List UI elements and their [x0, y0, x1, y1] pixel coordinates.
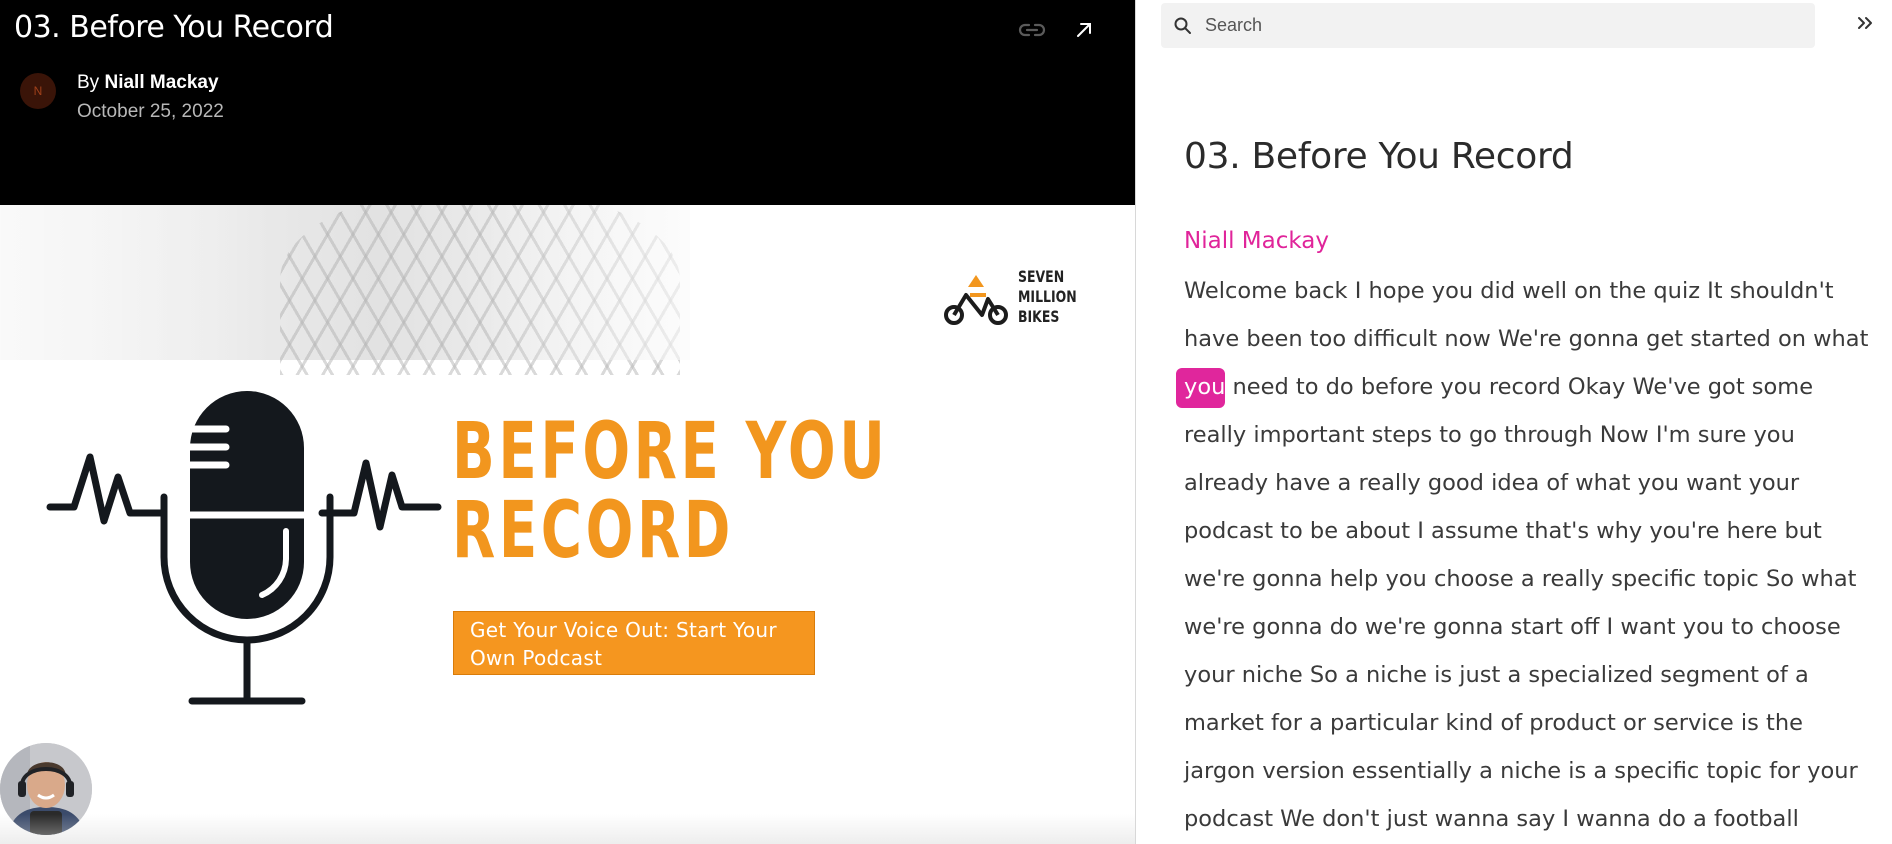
- speaker-name[interactable]: Niall Mackay: [1184, 228, 1329, 254]
- transcript-line[interactable]: have been too difficult now We're gonna …: [1184, 315, 1884, 363]
- transcript-line[interactable]: podcast to be about I assume that's why …: [1184, 507, 1884, 555]
- transcript-line[interactable]: jargon version essentially a niche is a …: [1184, 747, 1884, 795]
- transcript-line[interactable]: we're gonna help you choose a really spe…: [1184, 555, 1884, 603]
- transcript-text[interactable]: Welcome back I hope you did well on the …: [1176, 267, 1884, 843]
- transcript-line[interactable]: you need to do before you record Okay We…: [1176, 363, 1884, 411]
- search-input[interactable]: [1205, 3, 1805, 48]
- transcript-line-text[interactable]: need to do before you record Okay We've …: [1233, 374, 1814, 400]
- transcript-title: 03. Before You Record: [1184, 136, 1574, 177]
- video-title: 03. Before You Record: [14, 10, 334, 45]
- highlighted-word[interactable]: you: [1176, 368, 1226, 408]
- slide-title: BEFORE YOU RECORD: [452, 407, 889, 576]
- video-header: 03. Before You Record N By Niall Mackay …: [0, 0, 1136, 205]
- post-date: October 25, 2022: [77, 101, 224, 122]
- transcript-line[interactable]: podcast We don't just wanna say I wanna …: [1184, 795, 1884, 843]
- transcript-line[interactable]: already have a really good idea of what …: [1184, 459, 1884, 507]
- microphone-icon: [46, 391, 442, 705]
- avatar[interactable]: N: [20, 73, 56, 109]
- byline-prefix: By: [77, 72, 100, 93]
- byline: By Niall Mackay: [77, 72, 219, 94]
- transcript-line[interactable]: we're gonna do we're gonna start off I w…: [1184, 603, 1884, 651]
- author-name[interactable]: Niall Mackay: [104, 72, 218, 93]
- transcript-line[interactable]: Welcome back I hope you did well on the …: [1184, 267, 1884, 315]
- video-pane: 03. Before You Record N By Niall Mackay …: [0, 0, 1136, 844]
- microphone-banner-image: [0, 205, 690, 375]
- link-icon[interactable]: [1018, 18, 1046, 42]
- search-icon: [1174, 17, 1191, 34]
- open-in-new-icon[interactable]: [1072, 18, 1096, 42]
- search-box[interactable]: [1161, 3, 1815, 48]
- transcript-line[interactable]: market for a particular kind of product …: [1184, 699, 1884, 747]
- slide-subtitle-box: Get Your Voice Out: Start Your Own Podca…: [453, 611, 815, 675]
- transcript-pane: 03. Before You Record Niall Mackay Welco…: [1136, 0, 1892, 844]
- video-slide[interactable]: SEVEN MILLION BIKES BEFORE YOU RECORD Ge…: [0, 205, 1136, 844]
- transcript-line[interactable]: really important steps to go through Now…: [1184, 411, 1884, 459]
- transcript-line[interactable]: your niche So a niche is just a speciali…: [1184, 651, 1884, 699]
- brand-name: SEVEN MILLION BIKES: [1018, 267, 1077, 326]
- double-chevron-right-icon[interactable]: [1854, 12, 1878, 36]
- slide-subtitle: Get Your Voice Out: Start Your Own Podca…: [470, 618, 777, 670]
